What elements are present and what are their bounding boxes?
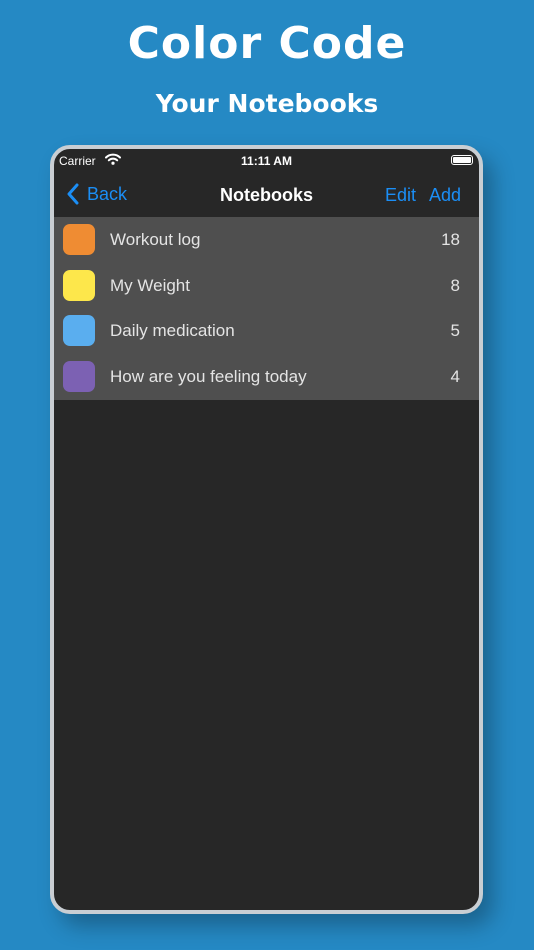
battery-icon bbox=[451, 155, 473, 165]
notebook-title: Workout log bbox=[110, 230, 201, 249]
promo-headline: Color Code bbox=[127, 18, 407, 69]
notebook-color-swatch bbox=[63, 269, 95, 301]
back-button[interactable]: Back bbox=[66, 181, 127, 207]
promo-subheadline: Your Notebooks bbox=[155, 89, 379, 118]
notebook-color-swatch bbox=[63, 361, 95, 393]
status-time: 11:11 AM bbox=[241, 154, 292, 168]
notebook-title: How are you feeling today bbox=[110, 367, 307, 387]
device-frame: Carrier 11:11 AM Back Notebooks Edit Add… bbox=[50, 145, 483, 914]
notebook-list: Workout log 18 My Weight 8 Daily medicat… bbox=[54, 217, 479, 400]
notebook-count: 5 bbox=[450, 321, 460, 341]
notebook-title: Daily medication bbox=[110, 321, 235, 341]
status-bar: Carrier 11:11 AM bbox=[54, 149, 479, 173]
chevron-left-icon bbox=[67, 183, 79, 205]
battery-level bbox=[453, 157, 471, 163]
edit-button[interactable]: Edit bbox=[385, 185, 416, 206]
add-button[interactable]: Add bbox=[429, 185, 461, 206]
notebook-color-swatch bbox=[63, 224, 95, 255]
navigation-bar: Back Notebooks Edit Add bbox=[54, 173, 479, 215]
notebook-item-daily-medication[interactable]: Daily medication 5 bbox=[54, 308, 479, 354]
notebook-color-swatch bbox=[63, 315, 95, 347]
notebook-title: My Weight bbox=[110, 275, 190, 295]
nav-actions: Edit Add bbox=[385, 185, 461, 206]
notebook-count: 4 bbox=[450, 367, 460, 387]
notebook-count: 8 bbox=[450, 275, 460, 295]
notebook-item-how-are-you-feeling-today[interactable]: How are you feeling today 4 bbox=[54, 354, 479, 400]
notebook-item-my-weight[interactable]: My Weight 8 bbox=[54, 263, 479, 309]
notebook-item-workout-log[interactable]: Workout log 18 bbox=[54, 217, 479, 263]
notebook-count: 18 bbox=[441, 230, 460, 249]
back-button-label: Back bbox=[87, 183, 128, 204]
